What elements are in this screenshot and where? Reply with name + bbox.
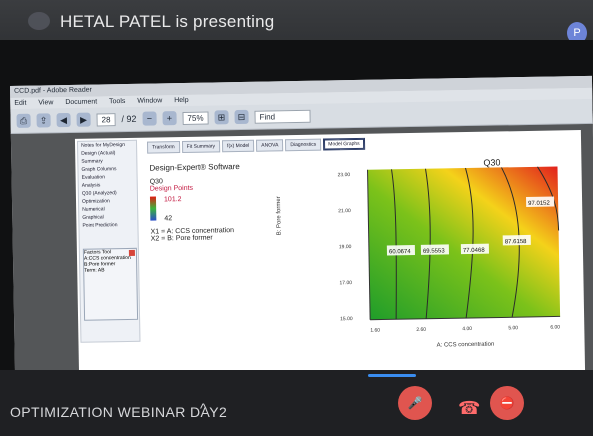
y-axis-ticks: 15.00 17.00 19.00 21.00 23.00 xyxy=(338,172,353,322)
chart-title: Q30 xyxy=(483,157,500,167)
y-tick: 15.00 xyxy=(340,316,353,322)
contour-label: 87.6158 xyxy=(505,239,527,245)
x-tick: 5.00 xyxy=(508,325,518,331)
page-total: / 92 xyxy=(121,113,137,125)
tab-model-graphs[interactable]: Model Graphs xyxy=(323,137,365,151)
x-tick: 4.00 xyxy=(462,326,472,332)
contour-label: 69.5553 xyxy=(423,248,445,254)
x-tick: 6.00 xyxy=(550,324,560,330)
presenting-text: HETAL PATEL is presenting xyxy=(60,12,275,31)
contour-plot: 60.0674 69.5553 77.0468 87.6158 97.0152 … xyxy=(338,157,561,349)
graph-legend: Design-Expert® Software Q30 Design Point… xyxy=(149,161,270,243)
present-icon xyxy=(28,12,50,30)
x-tick: 1.60 xyxy=(370,328,380,334)
tab-diagnostics[interactable]: Diagnostics xyxy=(285,138,322,152)
zoom-input[interactable]: 75% xyxy=(182,111,209,125)
tree-item[interactable]: Point Prediction xyxy=(79,221,137,230)
prev-page-icon[interactable]: ◀ xyxy=(56,112,71,128)
menu-item-view[interactable]: View xyxy=(38,99,53,106)
zoom-out-icon[interactable]: − xyxy=(142,111,157,126)
scale-high-value: 101.2 xyxy=(163,196,182,204)
contour-label: 97.0152 xyxy=(528,201,550,207)
y-tick: 19.00 xyxy=(339,244,352,250)
tab-transform[interactable]: Transform xyxy=(146,141,180,154)
mic-off-icon: 🎤 xyxy=(407,396,423,410)
zoom-in-icon[interactable]: + xyxy=(162,111,177,126)
camera-off-icon: ⛔ xyxy=(499,396,515,410)
design-points-label: Design Points xyxy=(149,184,194,193)
share-icon[interactable]: ⇪ xyxy=(36,113,51,128)
tab-model[interactable]: f(x) Model xyxy=(221,139,255,153)
factor-term[interactable]: Term: AB xyxy=(84,267,136,273)
next-page-icon[interactable]: ▶ xyxy=(76,112,91,127)
menu-item-document[interactable]: Document xyxy=(65,98,97,106)
x-axis-label: A: CCS concentration xyxy=(437,342,495,349)
active-indicator xyxy=(368,374,416,377)
fit-width-icon[interactable]: ⊟ xyxy=(234,109,249,125)
tab-anova[interactable]: ANOVA xyxy=(256,139,284,152)
close-icon[interactable] xyxy=(128,249,135,256)
hangup-button[interactable]: ☎ xyxy=(458,398,480,419)
page-number-input[interactable]: 28 xyxy=(96,112,116,126)
document-viewport[interactable]: Notes for MyDesign Design (Actual) Summa… xyxy=(10,123,593,408)
software-title: Design-Expert® Software xyxy=(149,162,240,173)
shared-screen-photo: CCD.pdf - Adobe Reader Edit View Documen… xyxy=(0,40,593,408)
tab-fit-summary[interactable]: Fit Summary xyxy=(181,140,221,154)
pdf-page: Notes for MyDesign Design (Actual) Summa… xyxy=(74,130,586,405)
y-tick: 17.00 xyxy=(339,280,352,286)
model-tabs: Transform Fit Summary f(x) Model ANOVA D… xyxy=(146,137,365,154)
menu-item-help[interactable]: Help xyxy=(174,97,189,104)
print-icon[interactable]: ⎙ xyxy=(16,113,31,128)
x2-definition: X2 = B: Pore former xyxy=(150,234,213,243)
menu-item-tools[interactable]: Tools xyxy=(109,98,125,105)
contour-label: 77.0468 xyxy=(463,248,485,254)
color-scale-bar xyxy=(149,196,157,221)
x-axis-ticks: 1.60 2.60 4.00 5.00 6.00 xyxy=(370,324,560,333)
scale-low-value: 42 xyxy=(164,215,173,223)
menu-item-edit[interactable]: Edit xyxy=(14,100,26,107)
find-input[interactable]: Find xyxy=(254,109,311,124)
camera-off-button[interactable]: ⛔ xyxy=(490,386,524,420)
contour-label: 60.0674 xyxy=(389,249,411,255)
y-tick: 21.00 xyxy=(338,208,351,214)
mute-mic-button[interactable]: 🎤 xyxy=(398,386,432,420)
chevron-up-icon[interactable]: ^ xyxy=(200,400,207,416)
meeting-title: OPTIMIZATION WEBINAR DAY2 xyxy=(10,404,228,420)
factors-tool-panel: Factors Tool A:CCS concentration B:Pore … xyxy=(82,247,139,321)
y-axis-label: B: Pore former xyxy=(275,196,283,236)
fit-page-icon[interactable]: ⊞ xyxy=(214,110,229,125)
y-tick: 23.00 xyxy=(338,172,351,178)
menu-item-window[interactable]: Window xyxy=(137,97,162,104)
monitor-screen: CCD.pdf - Adobe Reader Edit View Documen… xyxy=(10,75,593,408)
x-tick: 2.60 xyxy=(416,327,426,333)
